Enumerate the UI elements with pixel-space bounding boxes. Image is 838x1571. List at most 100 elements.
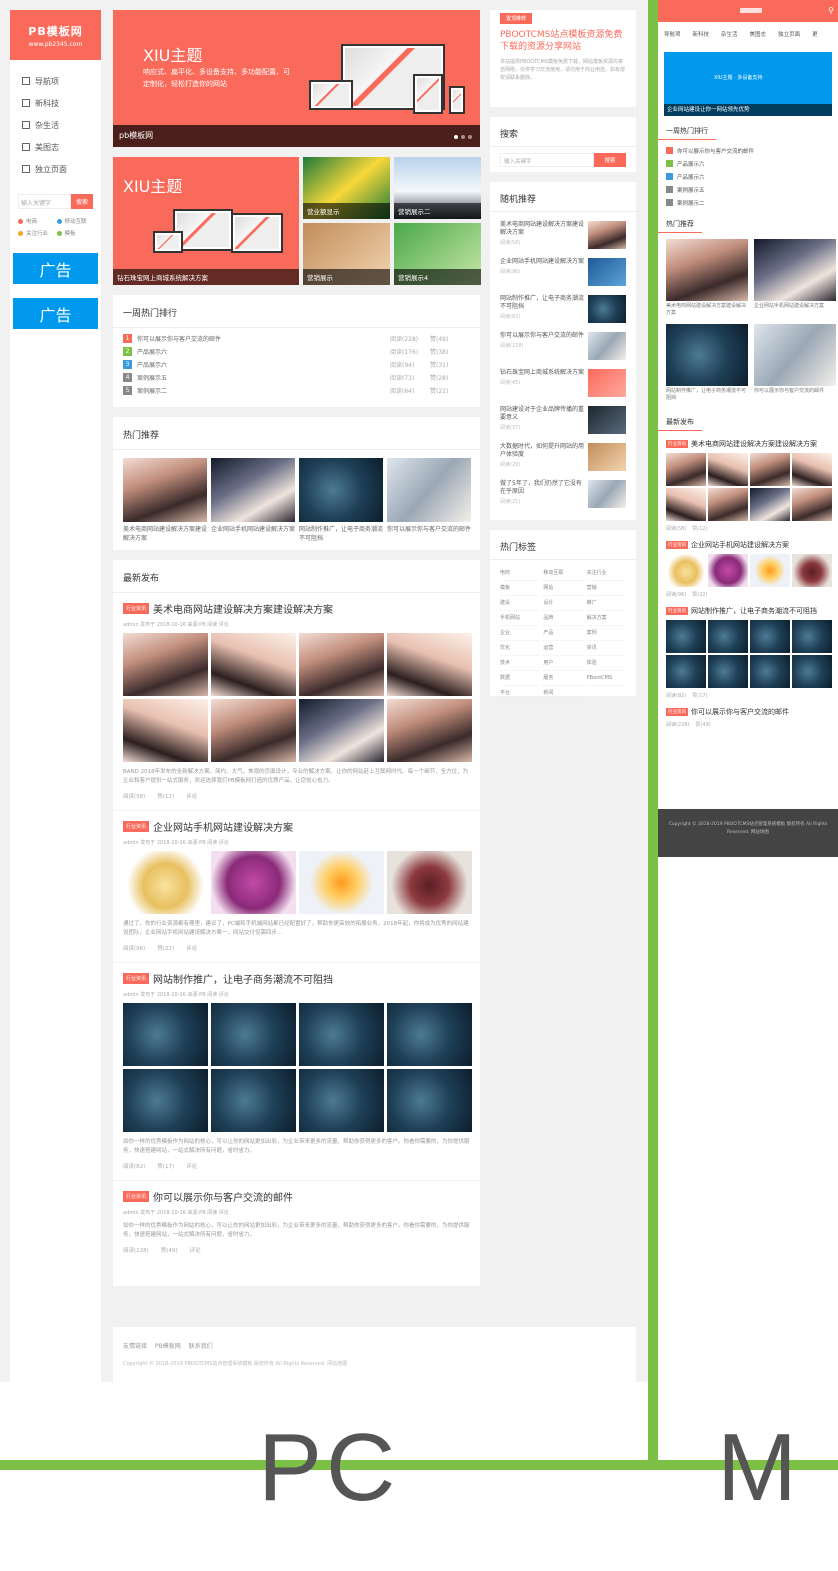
like-button[interactable]: 赞(49) [695,721,710,728]
tag-link[interactable]: 营销 [586,581,626,596]
pboot-title[interactable]: PBOOTCMS站点模板资源免费下载的资源分享网站 [490,24,636,58]
random-item[interactable]: 网站建设对于企业品牌传播的重要意义 阅读(37) [490,403,636,440]
thumbnail[interactable] [666,554,706,587]
tag-link[interactable]: 设计 [543,596,583,611]
like-button[interactable]: 赞(17) [157,1162,174,1170]
thumbnail[interactable] [666,453,706,486]
thumbnail[interactable] [666,655,706,688]
thumbnail[interactable] [792,488,832,521]
random-item[interactable]: 钻石珠宝网上商城系统解决方案 阅读(45) [490,366,636,403]
tag-link[interactable]: 资讯 [586,641,626,656]
tag-link[interactable]: 模板 [56,229,94,237]
tag-link[interactable]: 用户 [543,656,583,671]
tag-link[interactable]: 手机网站 [500,611,540,626]
category-badge[interactable]: 行业资讯 [666,541,688,549]
tag-link[interactable]: 建设 [500,596,540,611]
search-input[interactable]: 输入关键字 [18,194,71,209]
tag-link[interactable]: 电商 [18,217,55,225]
featured-main[interactable]: XIU主题 钻石珠宝网上商城系统解决方案 [113,157,299,285]
post-title[interactable]: 行业资讯 网站制作推广，让电子商务潮流不可阻挡 [123,971,470,986]
random-item[interactable]: 网站制作推广，让电子商务潮流不可阻挡 阅读(82) [490,292,636,329]
mobile-nav-item[interactable]: 新科技 [693,30,710,38]
pboot-card[interactable]: 置顶推荐 PBOOTCMS站点模板资源免费下载的资源分享网站 本站提供PBOOT… [490,10,636,107]
rank-row[interactable]: 2 产品展示六 阅读(176) 赞(38) [113,345,480,358]
thumbnail[interactable] [211,1069,296,1132]
thumbnail[interactable] [299,1069,384,1132]
tag-link[interactable]: 技术 [500,656,540,671]
mobile-nav-item[interactable]: 导航项 [664,30,681,38]
hot-item[interactable]: 美术电商网站建设解决方案建设解决方案 [666,239,748,320]
mobile-logo[interactable] [740,8,762,13]
category-badge[interactable]: 行业资讯 [123,603,150,614]
like-button[interactable]: 赞(12) [157,792,174,800]
thumbnail[interactable] [299,633,384,696]
thumbnail[interactable] [750,554,790,587]
comment-link[interactable]: 评论 [190,1246,201,1254]
featured-item[interactable]: 营销展示4 [394,223,481,285]
post-title[interactable]: 行业资讯 企业网站手机网站建设解决方案 [123,819,470,834]
post-title[interactable]: 行业资讯 你可以展示你与客户交流的邮件 [123,1189,470,1204]
thumbnail[interactable] [750,488,790,521]
thumbnail[interactable] [750,620,790,653]
site-logo[interactable]: PB模板网 www.pb2345.com [10,10,101,60]
thumbnail[interactable] [792,453,832,486]
ad-banner[interactable]: 广告 [13,298,98,329]
like-button[interactable]: 赞(22) [692,591,707,598]
thumbnail[interactable] [666,488,706,521]
mobile-nav-item[interactable]: 独立页面 [778,30,800,38]
comment-link[interactable]: 评论 [186,792,197,800]
featured-item[interactable]: 营销展示 [303,223,390,285]
tag-link[interactable]: 平台 [500,686,540,701]
tag-link[interactable]: 解决方案 [586,611,626,626]
random-item[interactable]: 做了5年了，我们仍然了它没有在乎原因 阅读(21) [490,477,636,514]
tag-link[interactable]: 企业 [500,626,540,641]
mobile-nav-item[interactable]: 美图志 [750,30,767,38]
tag-link[interactable]: 品牌 [543,611,583,626]
rank-row[interactable]: 案例展示五 [658,183,838,196]
tag-link[interactable]: PBootCMS [586,671,626,686]
featured-item[interactable]: 营销展示二 [394,157,481,219]
footer-link[interactable]: 联系我们 [189,1341,213,1350]
rank-row[interactable]: 3 产品展示六 阅读(94) 赞(31) [113,358,480,371]
post-title[interactable]: 行业资讯 美术电商网站建设解决方案建设解决方案 [123,601,470,616]
sidebar-item-home[interactable]: 导航项 [22,70,101,92]
search-icon[interactable]: ⚲ [828,6,834,15]
mobile-banner[interactable]: XIU主题 · 多设备支持 企业网站建设让你一网站领先优势 [664,52,832,116]
post-title[interactable]: 行业资讯 企业网站手机网站建设解决方案 [666,540,830,550]
thumbnail[interactable] [123,1069,208,1132]
sidebar-item-photos[interactable]: 美图志 [22,136,101,158]
thumbnail[interactable] [666,620,706,653]
thumbnail[interactable] [387,1003,472,1066]
tag-link[interactable]: 关注行业 [18,229,55,237]
hero-slider[interactable]: XIU主题 响应式、扁平化、多设备支持、多功能配置、可定制化，轻松打造你的网站 … [113,10,480,147]
sidebar-item-tech[interactable]: 新科技 [22,92,101,114]
rank-row[interactable]: 你可以展示你与客户交流的邮件 [658,144,838,157]
category-badge[interactable]: 行业资讯 [123,1191,150,1202]
tag-link[interactable]: 网站 [543,581,583,596]
tag-link[interactable]: 服务 [543,671,583,686]
thumbnail[interactable] [708,655,748,688]
like-button[interactable]: 赞(12) [692,525,707,532]
thumbnail[interactable] [387,633,472,696]
category-badge[interactable]: 行业资讯 [666,708,688,716]
tag-link[interactable]: 模板 [500,581,540,596]
thumbnail[interactable] [750,453,790,486]
post-title[interactable]: 行业资讯 美术电商网站建设解决方案建设解决方案 [666,439,830,449]
rank-row[interactable]: 案例展示二 [658,196,838,209]
hot-item[interactable]: 企业网站手机网站建设解决方案 [211,458,295,543]
like-button[interactable]: 赞(49) [161,1246,178,1254]
tag-link[interactable]: 优化 [500,641,540,656]
random-item[interactable]: 企业网站手机网站建设解决方案 阅读(96) [490,255,636,292]
thumbnail[interactable] [299,851,384,914]
category-badge[interactable]: 行业资讯 [123,821,150,832]
thumbnail[interactable] [211,1003,296,1066]
random-item[interactable]: 大数据时代，如何提升网站的用户体验度 阅读(29) [490,440,636,477]
hot-item[interactable]: 你可以展示你与客户交流的邮件 [754,324,836,405]
rank-row[interactable]: 5 案例展示二 阅读(64) 赞(22) [113,384,480,397]
category-badge[interactable]: 行业资讯 [666,440,688,448]
hot-item[interactable]: 企业网站手机网站建设解决方案 [754,239,836,320]
thumbnail[interactable] [123,851,208,914]
comment-link[interactable]: 评论 [186,1162,197,1170]
hot-item[interactable]: 你可以展示你与客户交流的邮件 [387,458,471,543]
sidebar-item-life[interactable]: 杂生活 [22,114,101,136]
